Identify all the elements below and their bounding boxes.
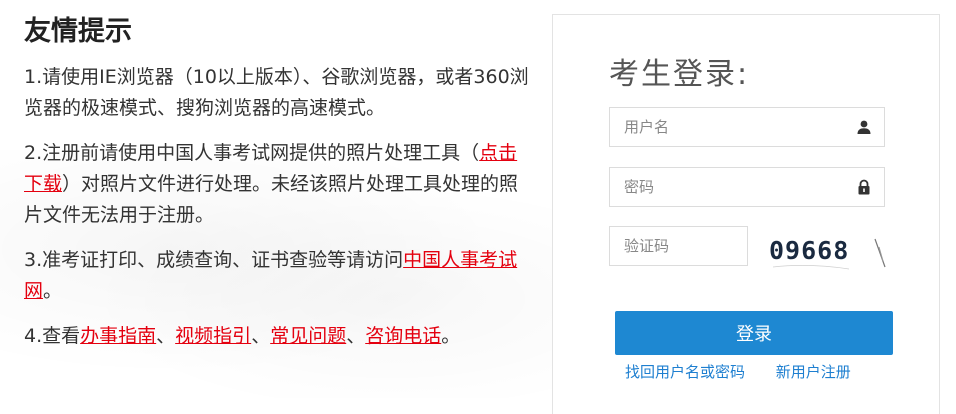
login-title: 考生登录: [609,57,750,92]
notice-item-2-text: 2.注册前请使用中国人事考试网提供的照片处理工具（ [24,142,480,164]
guide-link[interactable]: 办事指南 [80,325,156,347]
login-button[interactable]: 登录 [615,311,893,355]
notice-item-2-text-rest: ）对照片文件进行处理。未经该照片处理工具处理的照片文件无法用于注册。 [24,173,519,226]
notice-item-4-text: 4.查看 [24,325,81,347]
password-input[interactable] [610,168,844,206]
contact-phone-link[interactable]: 咨询电话 [365,325,441,347]
captcha-text: 09668 [769,236,849,265]
user-icon [856,119,872,135]
notice-item-1: 1.请使用IE浏览器（10以上版本）、谷歌浏览器，或者360浏览器的极速模式、搜… [24,66,529,119]
notice-item-2: 2.注册前请使用中国人事考试网提供的照片处理工具（点击下载）对照片文件进行处理。… [24,138,534,231]
captcha-input[interactable] [610,227,734,265]
separator: 、 [346,325,366,347]
username-input[interactable] [610,108,844,146]
notice-item-3-text: 3.准考证打印、成绩查询、证书查验等请访问 [24,249,404,271]
notice-item-4: 4.查看办事指南、视频指引、常见问题、咨询电话。 [24,321,534,352]
username-field [609,107,885,147]
notice-title: 友情提示 [24,16,132,47]
video-guide-link[interactable]: 视频指引 [175,325,251,347]
login-panel: 考生登录: 09668 登录 找 [552,14,940,414]
notice-item-3-end: 。 [43,280,63,302]
captcha-field [609,226,748,266]
separator: 、 [251,325,271,347]
register-link[interactable]: 新用户注册 [776,363,851,381]
notice-item-4-end: 。 [441,325,461,347]
lock-icon [856,179,872,195]
login-links: 找回用户名或密码 新用户注册 [625,361,905,382]
faq-link[interactable]: 常见问题 [270,325,346,347]
captcha-image[interactable]: 09668 [769,227,889,273]
forgot-credentials-link[interactable]: 找回用户名或密码 [625,363,745,381]
password-field [609,167,885,207]
notice-panel: 友情提示 1.请使用IE浏览器（10以上版本）、谷歌浏览器，或者360浏览器的极… [24,14,534,366]
separator: 、 [156,325,176,347]
notice-item-3: 3.准考证打印、成绩查询、证书查验等请访问中国人事考试网。 [24,245,534,307]
